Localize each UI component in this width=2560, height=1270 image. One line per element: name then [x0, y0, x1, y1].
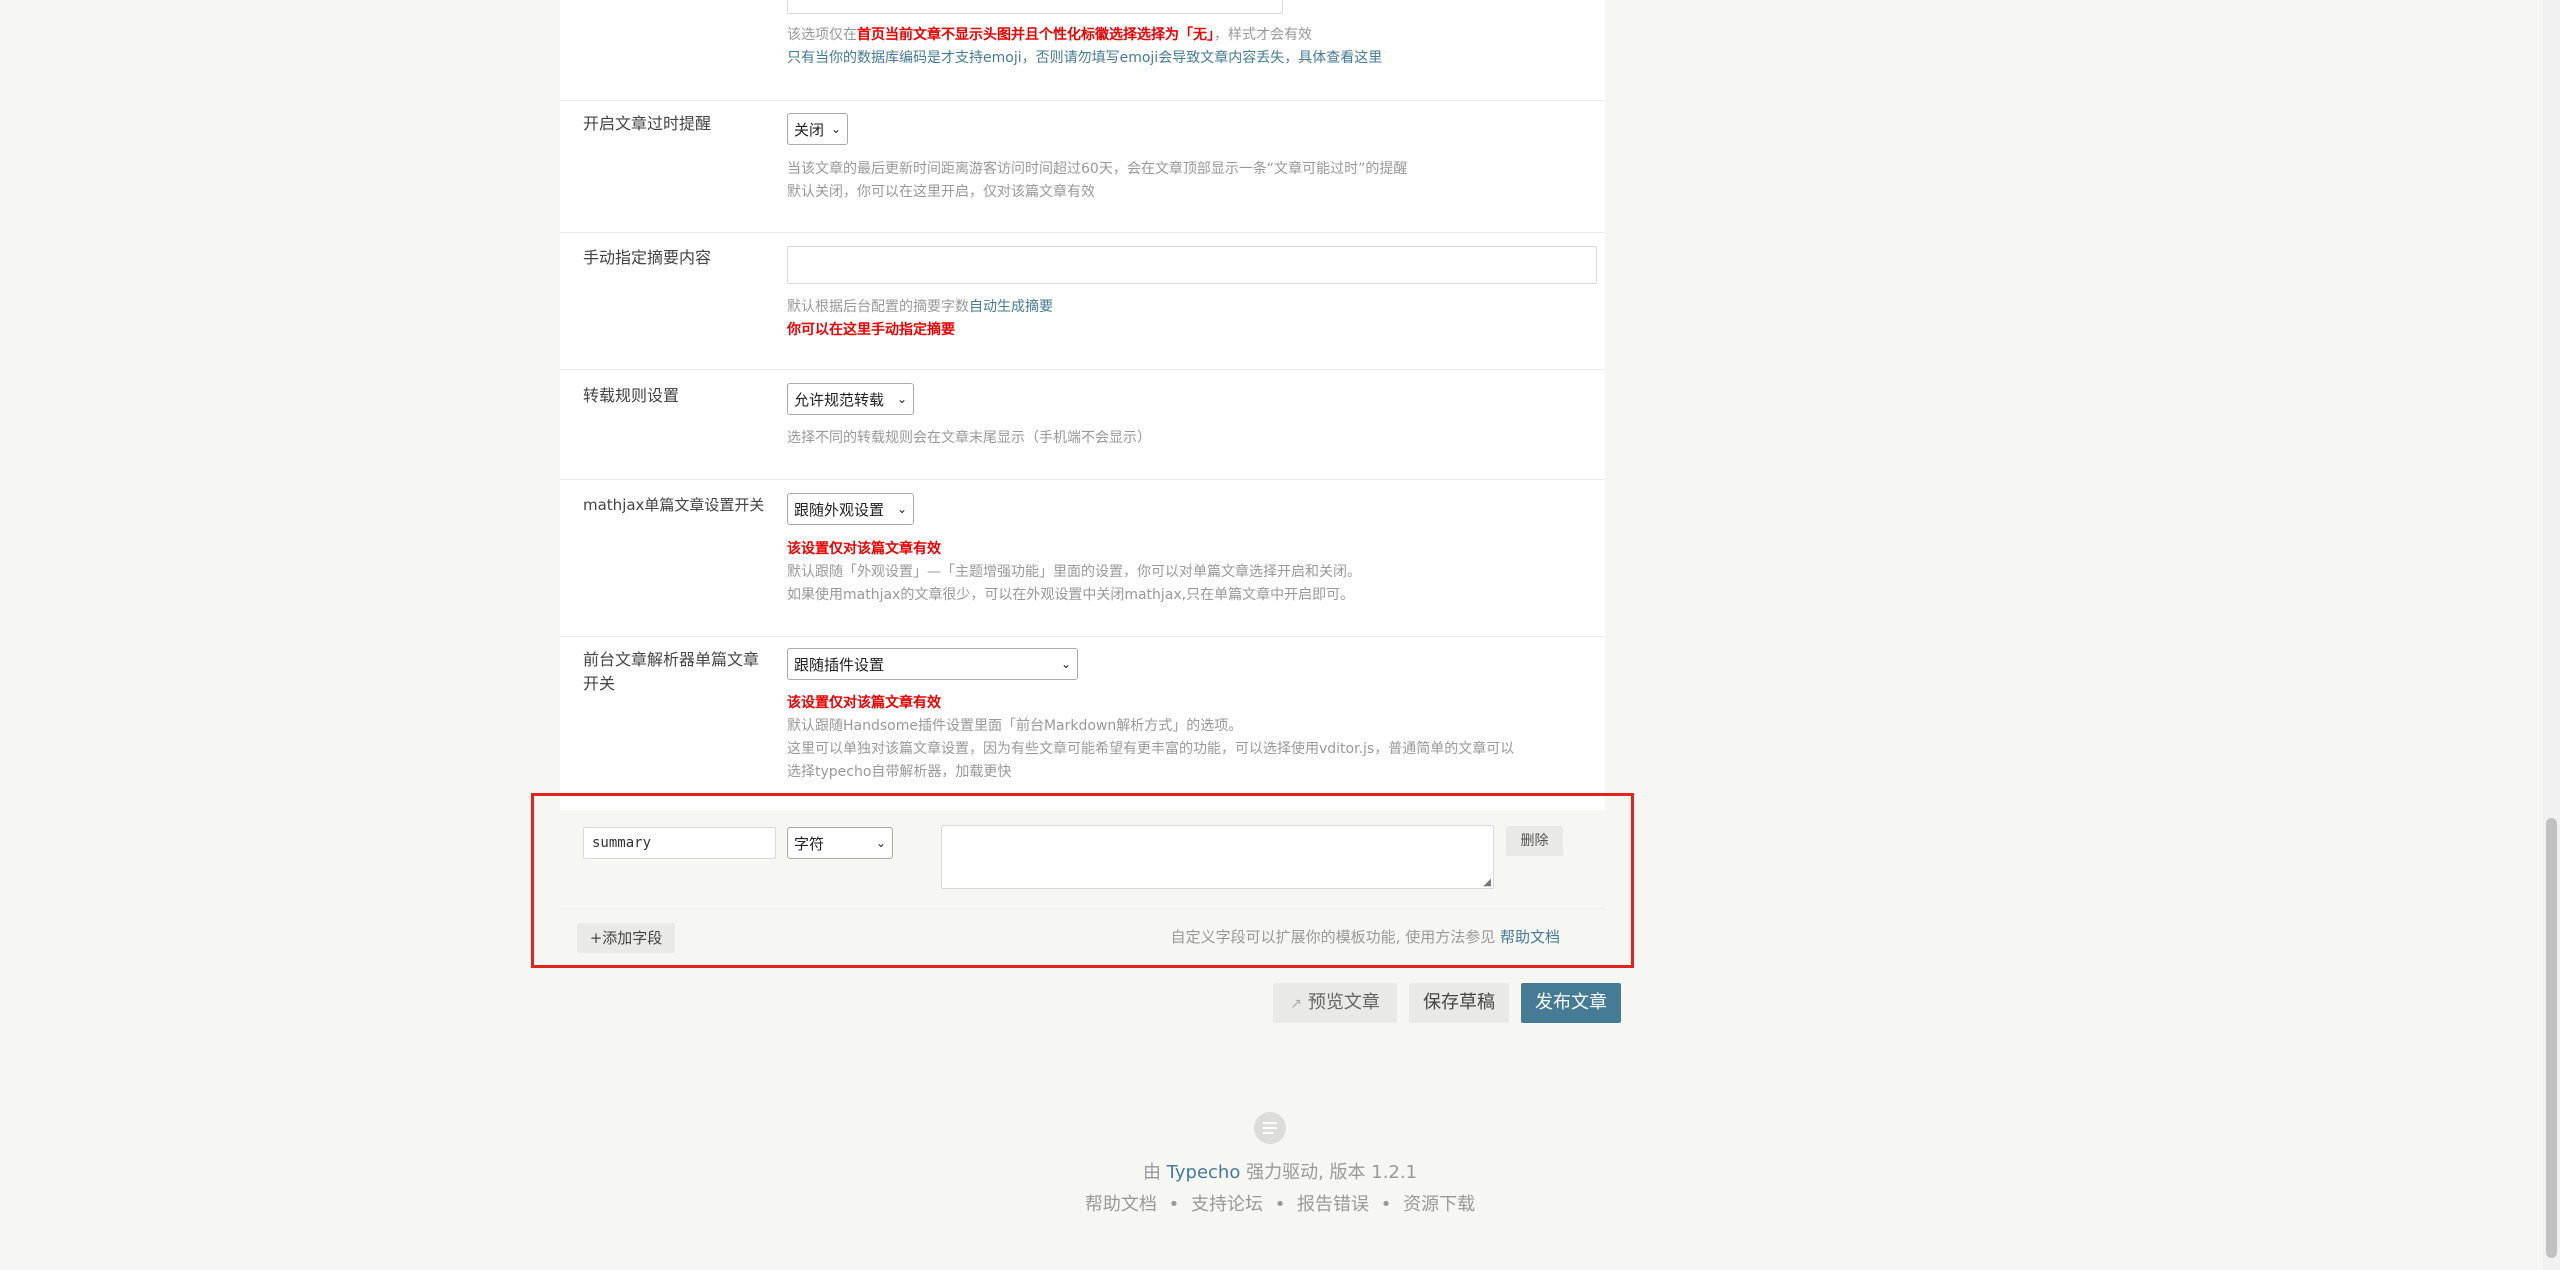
summary-input[interactable] [787, 246, 1597, 284]
footer-link-forum[interactable]: 支持论坛 [1191, 1194, 1263, 1215]
footer-sep: • [1380, 1194, 1392, 1215]
footer-link-help[interactable]: 帮助文档 [1085, 1194, 1157, 1215]
parser-row: 前台文章解析器单篇文章开关 跟随插件设置 ⌄ 该设置仅对该篇文章有效 默认跟随Ha… [560, 636, 1605, 793]
powered-by: 由 Typecho 强力驱动, 版本 1.2.1 [1142, 1162, 1418, 1183]
highlight-frame [531, 793, 1634, 968]
footer-sep: • [1274, 1194, 1286, 1215]
emoji-note-2: 只有当你的数据库编码是才支持emoji，否则请勿填写emoji会导致文章内容丢失… [787, 50, 1383, 66]
mathjax-label: mathjax单篇文章设置开关 [583, 496, 765, 514]
publish-button[interactable]: 发布文章 [1521, 983, 1621, 1023]
preview-button[interactable]: ↗ 预览文章 [1273, 983, 1397, 1023]
save-draft-button[interactable]: 保存草稿 [1409, 983, 1509, 1023]
outdated-desc-2: 默认关闭，你可以在这里开启，仅对该篇文章有效 [787, 184, 1095, 200]
typecho-logo-icon [1254, 1112, 1286, 1144]
parser-desc-2: 这里可以单独对该篇文章设置，因为有些文章可能希望有更丰富的功能，可以选择使用vd… [787, 741, 1515, 757]
footer-sep: • [1168, 1194, 1180, 1215]
mathjax-desc-1: 默认跟随「外观设置」—「主题增强功能」里面的设置，你可以对单篇文章选择开启和关闭… [787, 564, 1361, 580]
summary-label: 手动指定摘要内容 [583, 248, 712, 267]
chevron-down-icon: ⌄ [896, 502, 907, 516]
parser-label: 前台文章解析器单篇文章开关 [583, 650, 760, 693]
external-link-icon: ↗ [1290, 996, 1302, 1012]
parser-select[interactable]: 跟随插件设置 ⌄ [787, 648, 1078, 680]
mathjax-warn: 该设置仅对该篇文章有效 [787, 541, 941, 557]
mathjax-row: mathjax单篇文章设置开关 跟随外观设置 ⌄ 该设置仅对该篇文章有效 默认跟随… [560, 479, 1605, 637]
summary-desc-1: 默认根据后台配置的摘要字数自动生成摘要 [787, 299, 1053, 315]
parser-desc-1: 默认跟随Handsome插件设置里面「前台Markdown解析方式」的选项。 [787, 718, 1243, 734]
summary-row: 手动指定摘要内容 默认根据后台配置的摘要字数自动生成摘要 你可以在这里手动指定摘… [560, 232, 1605, 370]
summary-desc-2: 你可以在这里手动指定摘要 [787, 322, 955, 338]
emoji-help-link[interactable]: 具体查看这里 [1298, 50, 1382, 66]
parser-select-value: 跟随插件设置 [794, 655, 885, 674]
reprint-label: 转载规则设置 [583, 386, 680, 405]
outdated-label: 开启文章过时提醒 [583, 114, 712, 133]
reprint-select-value: 允许规范转载 [794, 390, 885, 409]
parser-warn: 该设置仅对该篇文章有效 [787, 695, 941, 711]
preview-label: 预览文章 [1307, 992, 1380, 1013]
chevron-down-icon: ⌄ [1060, 657, 1071, 671]
mathjax-select[interactable]: 跟随外观设置 ⌄ [787, 493, 914, 525]
auto-summary-link[interactable]: 自动生成摘要 [969, 299, 1053, 315]
footer-link-report[interactable]: 报告错误 [1297, 1194, 1369, 1215]
mathjax-select-value: 跟随外观设置 [794, 500, 885, 519]
emoji-row: 该选项仅在首页当前文章不显示头图并且个性化标徽选择选择为「无」，样式才会有效 只… [560, 0, 1605, 101]
footer-links: 帮助文档 • 支持论坛 • 报告错误 • 资源下载 [0, 1190, 2560, 1216]
chevron-down-icon: ⌄ [896, 392, 907, 406]
outdated-row: 开启文章过时提醒 关闭 ⌄ 当该文章的最后更新时间距离游客访问时间超过60天，会在… [560, 100, 1605, 233]
emoji-note-1: 该选项仅在首页当前文章不显示头图并且个性化标徽选择选择为「无」，样式才会有效 [787, 27, 1312, 43]
outdated-desc-1: 当该文章的最后更新时间距离游客访问时间超过60天，会在文章顶部显示一条“文章可能… [787, 161, 1408, 177]
typecho-link[interactable]: Typecho [1167, 1162, 1241, 1183]
scrollbar-thumb[interactable] [2546, 818, 2557, 1258]
reprint-desc: 选择不同的转载规则会在文章末尾显示（手机端不会显示） [787, 430, 1151, 446]
outdated-select-value: 关闭 [794, 120, 825, 139]
parser-desc-3: 选择typecho自带解析器，加载更快 [787, 764, 1012, 780]
chevron-down-icon: ⌄ [830, 122, 841, 136]
footer-link-download[interactable]: 资源下载 [1403, 1194, 1475, 1215]
settings-panel: 该选项仅在首页当前文章不显示头图并且个性化标徽选择选择为「无」，样式才会有效 只… [560, 0, 1605, 953]
outdated-select[interactable]: 关闭 ⌄ [787, 113, 848, 145]
emoji-input[interactable] [787, 0, 1283, 14]
reprint-row: 转载规则设置 允许规范转载 ⌄ 选择不同的转载规则会在文章末尾显示（手机端不会显示… [560, 369, 1605, 480]
reprint-select[interactable]: 允许规范转载 ⌄ [787, 383, 914, 415]
mathjax-desc-2: 如果使用mathjax的文章很少，可以在外观设置中关闭mathjax,只在单篇文… [787, 587, 1355, 603]
